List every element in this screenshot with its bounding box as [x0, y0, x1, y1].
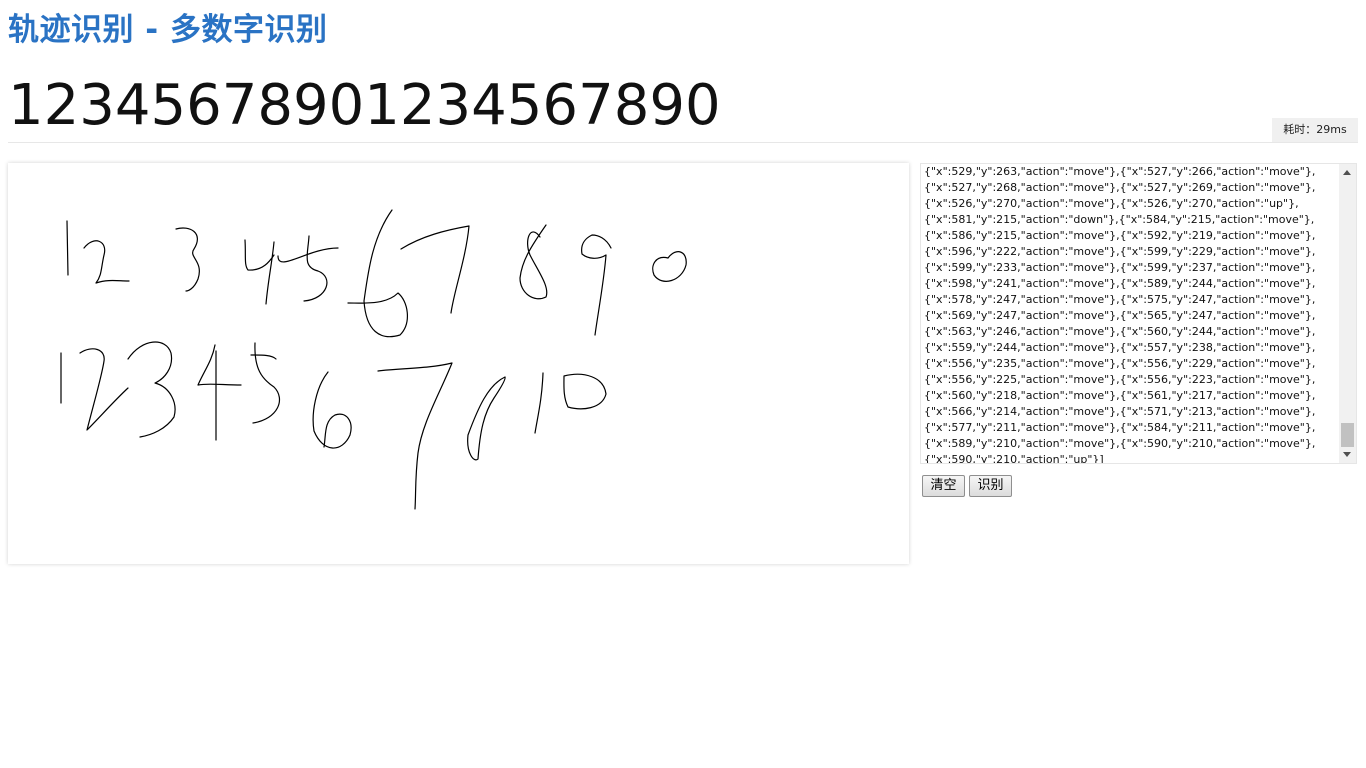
clear-button[interactable]: 清空 [922, 475, 965, 497]
scroll-down-arrow-icon[interactable] [1343, 452, 1351, 457]
recognition-result: 12345678901234567890 [8, 73, 721, 138]
stroke-digit-4b [265, 241, 275, 305]
stroke-digit-5d [250, 354, 277, 360]
stroke-digit-5b [303, 235, 328, 302]
scroll-up-arrow-icon[interactable] [1343, 170, 1351, 175]
elapsed-time-badge: 耗时：29ms [1272, 118, 1358, 142]
stroke-digit-8 [519, 224, 548, 300]
stroke-digit-4c [197, 344, 242, 386]
stroke-digit-7 [400, 225, 470, 314]
stroke-digit-3b [127, 341, 176, 438]
scroll-thumb[interactable] [1341, 423, 1354, 447]
stroke-digit-1 [66, 220, 69, 276]
stroke-digit-3 [175, 227, 200, 292]
stroke-digit-7b [377, 362, 453, 510]
points-textarea[interactable]: {"x":529,"y":263,"action":"move"},{"x":5… [920, 163, 1357, 464]
textarea-scrollbar[interactable] [1339, 164, 1356, 463]
stroke-digit-2b [79, 348, 129, 431]
points-textarea-content: {"x":529,"y":263,"action":"move"},{"x":5… [924, 165, 1316, 464]
page-title: 轨迹识别 - 多数字识别 [8, 12, 328, 48]
stroke-digit-6 [347, 209, 408, 338]
stroke-digit-9b [534, 372, 544, 434]
handwriting-strokes [60, 209, 687, 510]
drawing-canvas[interactable] [8, 163, 909, 564]
divider [8, 142, 1358, 143]
stroke-digit-8b [467, 376, 506, 461]
stroke-digit-0 [652, 251, 687, 282]
stroke-digit-9 [581, 234, 612, 336]
stroke-digit-0b [563, 373, 607, 410]
recognize-button[interactable]: 识别 [969, 475, 1012, 497]
stroke-digit-2 [83, 240, 130, 284]
stroke-digit-4a [244, 239, 275, 271]
stroke-digit-6b [312, 371, 352, 449]
